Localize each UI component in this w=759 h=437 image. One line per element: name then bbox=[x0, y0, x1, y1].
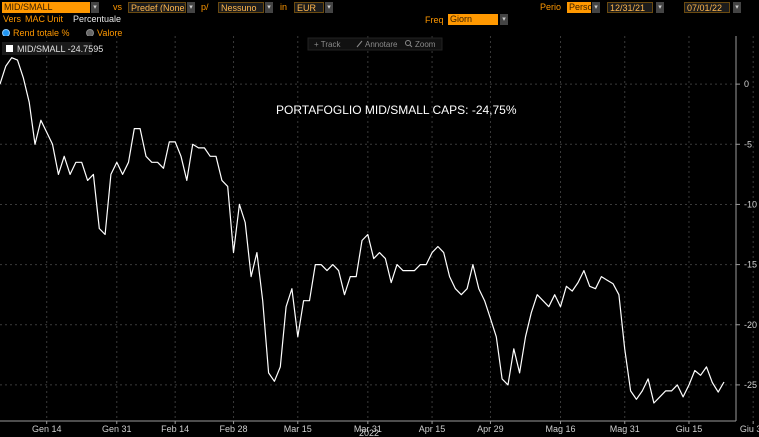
zoom-button[interactable]: Zoom bbox=[415, 40, 436, 49]
security-dropdown-arrow-icon[interactable]: ▾ bbox=[91, 2, 99, 13]
freq-dropdown-arrow-icon[interactable]: ▾ bbox=[500, 14, 508, 25]
unit-label: Unit bbox=[47, 14, 64, 24]
x-tick-label: Apr 15 bbox=[419, 424, 446, 434]
x-tick-label: Gen 14 bbox=[32, 424, 62, 434]
y-tick-label: -15 bbox=[744, 260, 757, 270]
x-tick-label: Feb 14 bbox=[161, 424, 189, 434]
x-tick-label: Mag 16 bbox=[546, 424, 576, 434]
track-button[interactable]: + Track bbox=[314, 40, 341, 49]
compare-field[interactable]: Predef (None) bbox=[128, 2, 186, 13]
chart-background bbox=[0, 36, 759, 437]
end-date-field[interactable]: 07/01/22 bbox=[684, 2, 730, 13]
x-tick-label: Giu 30 bbox=[740, 424, 759, 434]
period-label: Perio bbox=[540, 2, 562, 12]
security-field[interactable]: MID/SMALL bbox=[2, 2, 90, 13]
unit-value[interactable]: Percentuale bbox=[73, 14, 121, 25]
vers-value[interactable]: MAC bbox=[25, 14, 45, 25]
vers-label: Vers bbox=[3, 14, 22, 24]
x-tick-label: Mar 15 bbox=[284, 424, 312, 434]
y-tick-label: -5 bbox=[744, 139, 752, 149]
period-dropdown-arrow-icon[interactable]: ▾ bbox=[592, 2, 600, 13]
legend-entry[interactable]: MID/SMALL -24.7595 bbox=[17, 44, 103, 54]
settings-bar: Vers MAC Unit Percentuale Freq Giorn ▾ bbox=[0, 13, 759, 26]
y-tick-label: -10 bbox=[744, 199, 757, 209]
x-tick-label: Gen 31 bbox=[102, 424, 132, 434]
chart-tools: + Track Annotare Zoom bbox=[307, 37, 443, 51]
x-axis-year-label: 2022 bbox=[359, 428, 379, 437]
x-tick-label: Mag 31 bbox=[610, 424, 640, 434]
freq-label: Freq bbox=[425, 15, 444, 25]
x-tick-label: Apr 29 bbox=[477, 424, 504, 434]
vs-label: vs bbox=[113, 2, 122, 12]
y-tick-label: -25 bbox=[744, 380, 757, 390]
price-chart[interactable]: 0 -5 -10 -15 -20 -25 Gen 14 Gen 31 Feb 14 Feb 28… bbox=[0, 36, 759, 437]
x-tick-label: Feb 28 bbox=[220, 424, 248, 434]
chart-annotation[interactable]: PORTAFOGLIO MID/SMALL CAPS: -24,75% bbox=[276, 103, 517, 117]
p-label: p/ bbox=[201, 2, 209, 12]
command-toolbar: MID/SMALL ▾ vs Predef (None) ▾ p/ Nessun… bbox=[0, 0, 759, 13]
legend: MID/SMALL -24.7595 bbox=[2, 42, 103, 55]
currency-field[interactable]: EUR bbox=[294, 2, 324, 13]
period-field[interactable]: Perso bbox=[567, 2, 591, 13]
y-tick-label: -20 bbox=[744, 320, 757, 330]
x-tick-label: Giu 15 bbox=[676, 424, 703, 434]
end-date-dropdown-arrow-icon[interactable]: ▾ bbox=[733, 2, 741, 13]
y-tick-label: 0 bbox=[744, 79, 749, 89]
in-label: in bbox=[280, 2, 288, 12]
currency-dropdown-arrow-icon[interactable]: ▾ bbox=[325, 2, 333, 13]
annotate-button[interactable]: Annotare bbox=[365, 40, 398, 49]
start-date-dropdown-arrow-icon[interactable]: ▾ bbox=[656, 2, 664, 13]
p-field[interactable]: Nessuno bbox=[218, 2, 264, 13]
p-dropdown-arrow-icon[interactable]: ▾ bbox=[265, 2, 273, 13]
start-date-field[interactable]: 12/31/21 bbox=[607, 2, 653, 13]
freq-field[interactable]: Giorn bbox=[448, 14, 498, 25]
compare-dropdown-arrow-icon[interactable]: ▾ bbox=[187, 2, 195, 13]
legend-swatch bbox=[6, 45, 13, 52]
